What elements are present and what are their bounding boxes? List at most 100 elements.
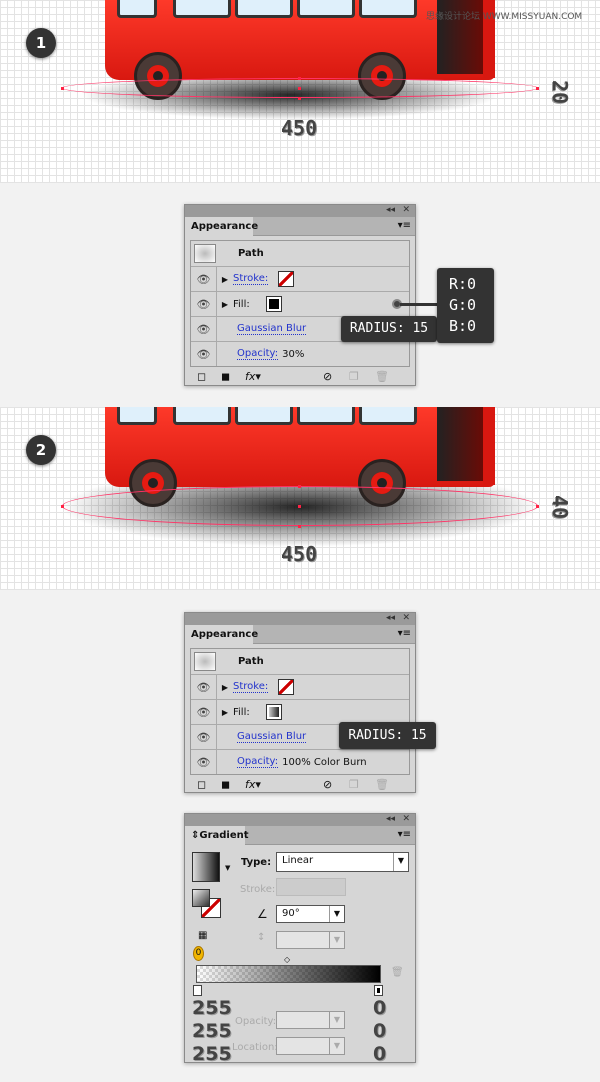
type-label: Type: bbox=[241, 857, 272, 868]
chevron-down-icon[interactable]: ▼ bbox=[393, 853, 408, 871]
eye-icon[interactable]: 👁 bbox=[191, 750, 217, 774]
path-title: Path bbox=[238, 248, 264, 259]
path-thumbnail bbox=[194, 244, 216, 263]
trash-icon[interactable]: 🗑 bbox=[375, 778, 389, 791]
expand-triangle-icon[interactable]: ▶ bbox=[217, 708, 233, 717]
path-thumbnail bbox=[194, 652, 216, 671]
eye-icon[interactable]: 👁 bbox=[191, 725, 217, 749]
watermark: 思缘设计论坛 WWW.MISSYUAN.COM bbox=[426, 12, 583, 22]
angle-input[interactable]: 90° ▼ bbox=[276, 905, 345, 923]
left-stop-b: 255 bbox=[192, 1043, 232, 1065]
clear-icon[interactable]: ⊘ bbox=[323, 778, 332, 791]
scene-step-1: 1 450 20 思缘设计论坛 WWW.MISSYUAN.COM bbox=[0, 0, 600, 183]
height-label: 20 bbox=[548, 79, 573, 105]
b-value: B:0 bbox=[449, 317, 477, 335]
width-label: 450 bbox=[281, 116, 318, 140]
fx-icon[interactable]: fx▾ bbox=[245, 370, 261, 383]
midpoint-diamond-icon[interactable]: ◇ bbox=[284, 955, 290, 964]
panel-menu-icon[interactable]: ▾≡ bbox=[398, 628, 411, 639]
zero-annotation: 0 bbox=[193, 946, 204, 961]
gradient-panel: ◂◂ ✕ ⇕Gradient ▾≡ ▼ ▦ 0 Type: Linear ▼ Stro… bbox=[184, 813, 416, 1065]
add-fill-icon[interactable]: ◼ bbox=[221, 370, 230, 383]
collapse-button[interactable]: ◂◂ bbox=[386, 613, 395, 623]
opacity-link[interactable]: Opacity: bbox=[237, 348, 279, 360]
stroke-none-swatch[interactable] bbox=[278, 271, 295, 287]
radius-tooltip: RADIUS: 15 bbox=[341, 316, 437, 342]
tab-appearance[interactable]: Appearance bbox=[185, 217, 258, 236]
eye-icon[interactable]: 👁 bbox=[191, 700, 217, 724]
opacity-label: Opacity: bbox=[235, 1016, 277, 1027]
right-stop-r: 0 bbox=[373, 997, 387, 1019]
right-stop-g: 0 bbox=[373, 1020, 387, 1042]
callout-line bbox=[400, 303, 438, 306]
eye-icon[interactable]: 👁 bbox=[191, 267, 217, 291]
tab-gradient[interactable]: ⇕Gradient bbox=[185, 826, 249, 845]
location-input[interactable]: ▼ bbox=[276, 1037, 345, 1055]
gradient-stop-white[interactable] bbox=[193, 985, 202, 996]
add-fill-icon[interactable]: ◼ bbox=[221, 778, 230, 791]
aspect-ratio-icon: ↕ bbox=[257, 932, 266, 943]
delete-stop-icon[interactable]: 🗑 bbox=[391, 967, 404, 978]
fill-label: Fill: bbox=[233, 298, 250, 310]
fill-swatch[interactable] bbox=[265, 296, 282, 312]
panel-menu-icon[interactable]: ▾≡ bbox=[398, 220, 411, 231]
opacity-value: 30% bbox=[282, 348, 305, 360]
gradient-slider[interactable] bbox=[196, 965, 381, 983]
eye-icon[interactable]: 👁 bbox=[191, 317, 217, 341]
panel-menu-icon[interactable]: ▾≡ bbox=[398, 829, 411, 840]
width-label: 450 bbox=[281, 542, 318, 566]
appearance-panel: ◂◂ ✕ Appearance ▾≡ Path 👁 ▶ Stroke: 👁 ▶ Fill: … bbox=[184, 204, 416, 386]
close-button[interactable]: ✕ bbox=[402, 613, 410, 623]
radius-tooltip: RADIUS: 15 bbox=[339, 722, 436, 749]
expand-triangle-icon[interactable]: ▶ bbox=[217, 683, 233, 692]
collapse-button[interactable]: ◂◂ bbox=[386, 814, 395, 824]
fill-stroke-swatches[interactable] bbox=[192, 889, 224, 921]
close-button[interactable]: ✕ bbox=[402, 205, 410, 215]
gaussian-blur-link[interactable]: Gaussian Blur bbox=[237, 323, 307, 335]
eye-icon[interactable]: 👁 bbox=[191, 292, 217, 316]
left-stop-g: 255 bbox=[192, 1020, 232, 1042]
duplicate-icon[interactable]: ❐ bbox=[349, 778, 359, 791]
appearance-panel: ◂◂ ✕ Appearance ▾≡ Path 👁 ▶ Stroke: 👁 ▶ Fill: … bbox=[184, 612, 416, 793]
reverse-gradient-icon[interactable]: ▦ bbox=[198, 930, 207, 941]
rgb-tooltip: R:0 G:0 B:0 bbox=[437, 268, 494, 343]
aspect-ratio-input[interactable]: ▼ bbox=[276, 931, 345, 949]
fx-icon[interactable]: fx▾ bbox=[245, 778, 261, 791]
path-title: Path bbox=[238, 656, 264, 667]
stroke-none-swatch[interactable] bbox=[278, 679, 295, 695]
eye-icon[interactable]: 👁 bbox=[191, 342, 217, 366]
add-stroke-icon[interactable]: ◻ bbox=[197, 370, 206, 383]
collapse-button[interactable]: ◂◂ bbox=[386, 205, 395, 215]
chevron-down-icon[interactable]: ▼ bbox=[225, 864, 230, 872]
close-button[interactable]: ✕ bbox=[402, 814, 410, 824]
fill-gradient-swatch[interactable] bbox=[265, 704, 282, 720]
trash-icon[interactable]: 🗑 bbox=[375, 370, 389, 383]
scene-step-2: 2 450 40 bbox=[0, 407, 600, 590]
clear-icon[interactable]: ⊘ bbox=[323, 370, 332, 383]
g-value: G:0 bbox=[449, 296, 477, 314]
tab-appearance[interactable]: Appearance bbox=[185, 625, 258, 644]
stroke-link[interactable]: Stroke: bbox=[233, 681, 269, 693]
gradient-preview-swatch[interactable] bbox=[192, 852, 220, 882]
type-select[interactable]: Linear ▼ bbox=[276, 852, 409, 872]
r-value: R:0 bbox=[449, 275, 477, 293]
add-stroke-icon[interactable]: ◻ bbox=[197, 778, 206, 791]
stroke-gradient-buttons[interactable] bbox=[276, 878, 346, 896]
opacity-link[interactable]: Opacity: bbox=[237, 756, 279, 768]
stroke-link[interactable]: Stroke: bbox=[233, 273, 269, 285]
chevron-down-icon[interactable]: ▼ bbox=[329, 906, 344, 922]
step-badge: 2 bbox=[26, 435, 56, 465]
opacity-value: 100% Color Burn bbox=[282, 756, 367, 768]
expand-triangle-icon[interactable]: ▶ bbox=[217, 300, 233, 309]
opacity-input[interactable]: ▼ bbox=[276, 1011, 345, 1029]
angle-icon: ∠ bbox=[257, 907, 268, 921]
angle-value: 90° bbox=[282, 908, 300, 919]
expand-triangle-icon[interactable]: ▶ bbox=[217, 275, 233, 284]
location-label: Location: bbox=[232, 1042, 278, 1053]
duplicate-icon[interactable]: ❐ bbox=[349, 370, 359, 383]
gaussian-blur-link[interactable]: Gaussian Blur bbox=[237, 731, 307, 743]
left-stop-r: 255 bbox=[192, 997, 232, 1019]
eye-icon[interactable]: 👁 bbox=[191, 675, 217, 699]
fill-label: Fill: bbox=[233, 706, 250, 718]
gradient-stop-black[interactable] bbox=[374, 985, 383, 996]
